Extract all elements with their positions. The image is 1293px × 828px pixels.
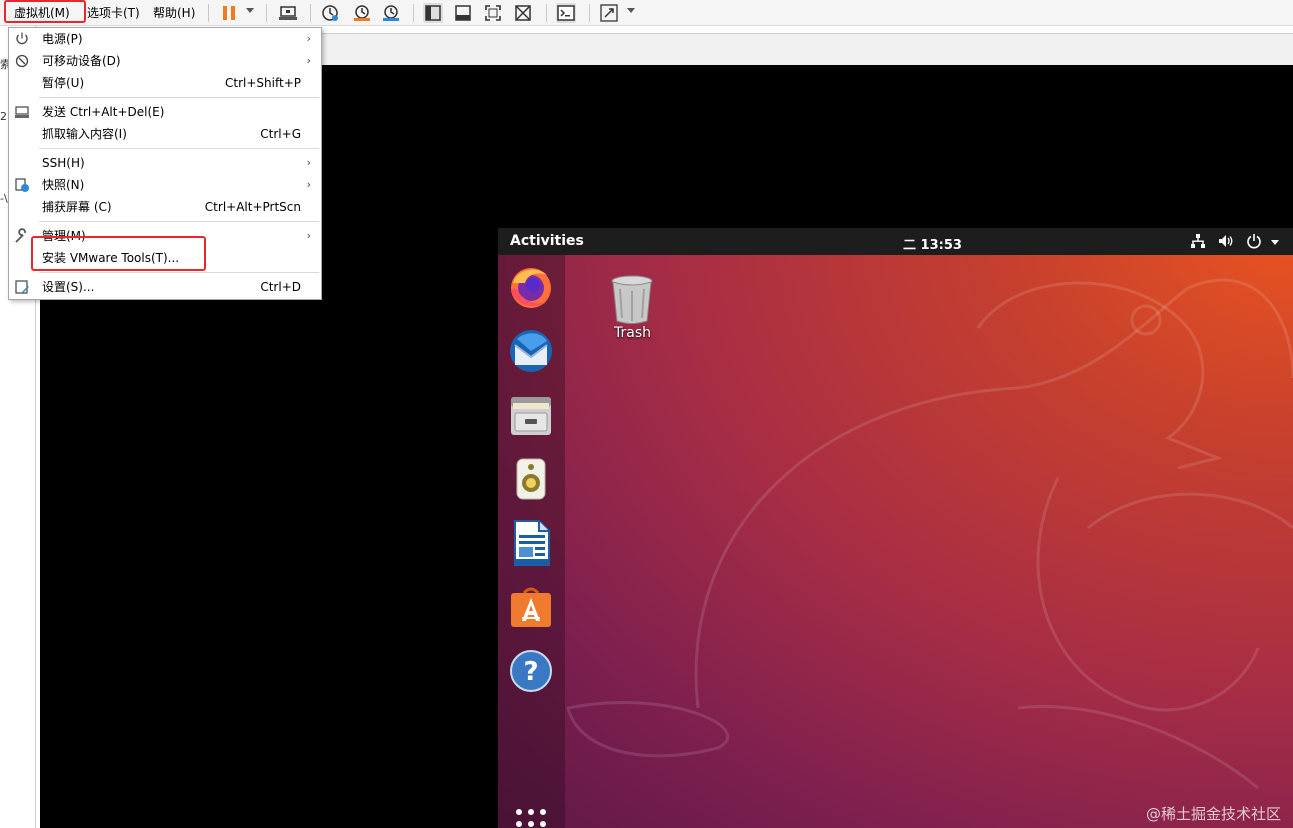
menu-item-ssh[interactable]: SSH(H) › (9, 152, 321, 174)
power-icon (14, 31, 30, 47)
show-applications-icon[interactable] (513, 806, 549, 828)
snapshot-manager-icon[interactable] (381, 3, 401, 23)
menu-item-shortcut: Ctrl+D (260, 280, 301, 294)
menu-item-send-ctrl-alt-del[interactable]: 发送 Ctrl+Alt+Del(E) (9, 101, 321, 123)
removable-devices-icon (14, 53, 30, 69)
watermark: @稀土掘金技术社区 (1145, 805, 1281, 823)
menu-item-label: 暂停(U) (42, 76, 85, 90)
rhythmbox-icon[interactable] (507, 455, 555, 503)
menu-item-pause[interactable]: 暂停(U) Ctrl+Shift+P (9, 72, 321, 94)
menu-item-shortcut: Ctrl+G (260, 127, 301, 141)
stretch-chevron-down-icon[interactable] (627, 8, 635, 13)
ubuntu-desktop[interactable]: Activities 二 13:53 ? Trash @稀土掘金技术社区 (498, 228, 1293, 828)
network-icon[interactable] (1190, 233, 1206, 249)
toolbar-separator (546, 4, 547, 22)
activities-button[interactable]: Activities (510, 233, 584, 249)
show-library-icon[interactable] (423, 3, 443, 23)
menu-item-label: 抓取输入内容(I) (42, 127, 127, 141)
console-view-icon[interactable] (556, 3, 576, 23)
files-icon[interactable] (507, 391, 555, 439)
help-icon[interactable]: ? (507, 647, 555, 695)
menu-item-label: 捕获屏幕 (C) (42, 200, 112, 214)
snapshot-icon[interactable] (320, 3, 340, 23)
submenu-arrow-icon: › (306, 178, 311, 191)
trash-icon (611, 275, 653, 324)
menu-item-shortcut: Ctrl+Alt+PrtScn (204, 200, 301, 214)
snapshot-icon (14, 177, 30, 193)
menu-item-removable-devices[interactable]: 可移动设备(D) › (9, 50, 321, 72)
settings-icon (14, 279, 30, 295)
unity-icon[interactable] (513, 3, 533, 23)
svg-text:?: ? (523, 657, 538, 687)
menu-item-label: 可移动设备(D) (42, 54, 121, 68)
toolbar-separator (413, 4, 414, 22)
menu-item-grab-input[interactable]: 抓取输入内容(I) Ctrl+G (9, 123, 321, 145)
menu-separator (39, 272, 319, 273)
menu-separator (39, 97, 319, 98)
menu-help[interactable]: 帮助(H) (153, 4, 195, 22)
menu-item-capture-screen[interactable]: 捕获屏幕 (C) Ctrl+Alt+PrtScn (9, 196, 321, 218)
send-keys-icon (14, 104, 30, 120)
highlight-box-vm-menu (4, 0, 86, 23)
highlight-box-install-vmware-tools (31, 236, 206, 271)
menu-item-label: SSH(H) (42, 156, 85, 170)
clock[interactable]: 二 13:53 (903, 234, 962, 253)
menu-separator (39, 221, 319, 222)
submenu-arrow-icon: › (306, 229, 311, 242)
trash-label: Trash (614, 325, 651, 341)
pause-chevron-down-icon[interactable] (246, 8, 254, 13)
menu-item-settings[interactable]: 设置(S)... Ctrl+D (9, 276, 321, 298)
send-ctrl-alt-del-icon[interactable] (278, 3, 298, 23)
system-menu-chevron-down-icon[interactable] (1270, 237, 1280, 247)
firefox-icon[interactable] (507, 263, 555, 311)
menu-item-label: 设置(S)... (42, 280, 95, 294)
toolbar-separator (266, 4, 267, 22)
libreoffice-writer-icon[interactable] (507, 519, 555, 567)
toolbar-separator (589, 4, 590, 22)
ubuntu-dock: ? (498, 255, 565, 828)
menu-tabs[interactable]: 选项卡(T) (87, 4, 140, 22)
pause-icon[interactable] (219, 3, 239, 23)
menu-item-snapshot[interactable]: 快照(N) › (9, 174, 321, 196)
submenu-arrow-icon: › (306, 54, 311, 67)
submenu-arrow-icon: › (306, 32, 311, 45)
vmware-menubar: 虚拟机(M) 选项卡(T) 帮助(H) (0, 0, 1293, 26)
toolbar-separator (208, 4, 209, 22)
menu-item-power[interactable]: 电源(P) › (9, 28, 321, 50)
gnome-top-bar: Activities 二 13:53 (498, 228, 1293, 255)
power-icon[interactable] (1246, 233, 1262, 249)
volume-icon[interactable] (1218, 233, 1234, 249)
stretch-guest-icon[interactable] (599, 3, 619, 23)
submenu-arrow-icon: › (306, 156, 311, 169)
ubuntu-software-icon[interactable] (507, 583, 555, 631)
menu-item-shortcut: Ctrl+Shift+P (225, 76, 301, 90)
revert-snapshot-icon[interactable] (352, 3, 372, 23)
library-panel-glyph: -\ (0, 192, 8, 205)
thumbnail-bar-icon[interactable] (453, 3, 473, 23)
full-screen-icon[interactable] (483, 3, 503, 23)
menu-item-label: 发送 Ctrl+Alt+Del(E) (42, 105, 165, 119)
wrench-icon (14, 228, 30, 244)
thunderbird-icon[interactable] (507, 327, 555, 375)
menu-item-label: 电源(P) (42, 32, 83, 46)
library-panel-glyph: 2 (0, 110, 7, 123)
menu-item-label: 快照(N) (42, 178, 85, 192)
toolbar-separator (310, 4, 311, 22)
menu-separator (39, 148, 319, 149)
